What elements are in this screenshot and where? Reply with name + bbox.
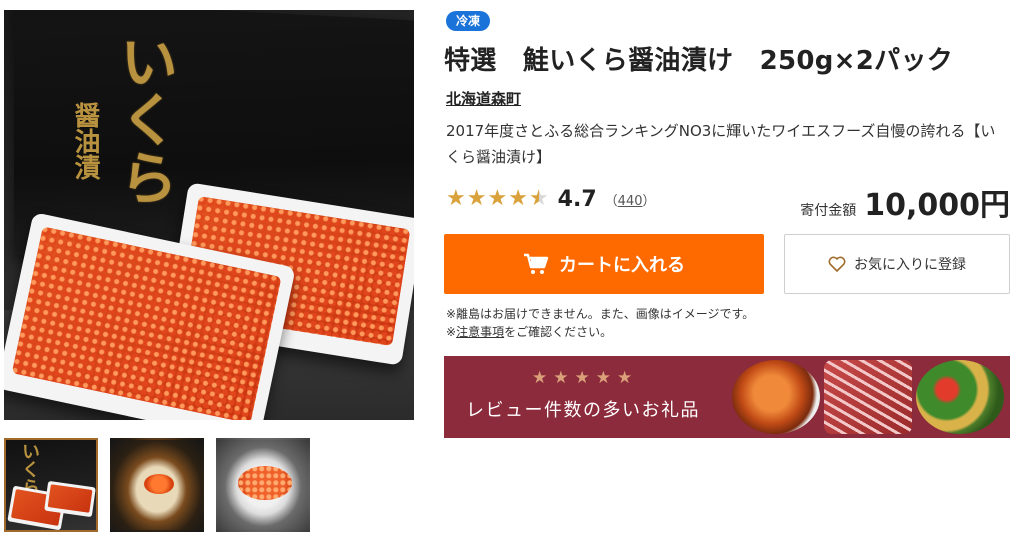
note-suffix: をご確認ください。 [504, 325, 613, 339]
salmon-roe [238, 466, 292, 500]
price-label: 寄付金額 [800, 203, 857, 219]
salmon-roe [144, 474, 174, 494]
star-icon: ★ [487, 186, 508, 211]
box-calligraphy-sub: 醤油漬 [70, 102, 100, 180]
main-product-image[interactable]: いくら 醤油漬 [4, 10, 414, 420]
review-count-open: （ [604, 193, 618, 209]
price: 寄付金額 10,000円 [800, 180, 1010, 224]
box-calligraphy: いくら [110, 32, 178, 206]
caution-link[interactable]: 注意事項 [456, 325, 504, 339]
notes: ※離島はお届けできません。また、画像はイメージです。 ※注意事項をご確認ください… [446, 305, 754, 341]
rating-stars: ★ ★ ★ ★ ★ [446, 184, 550, 214]
crab-photo [732, 360, 820, 434]
beef-photo [824, 360, 912, 434]
note-line: ※離島はお届けできません。また、画像はイメージです。 [446, 307, 755, 321]
note-prefix: ※ [446, 325, 457, 339]
thumbnail-bowl[interactable] [110, 438, 204, 532]
rating-value: 4.7 [557, 186, 597, 212]
salmon-roe [11, 226, 282, 420]
star-icon: ★ [508, 186, 528, 211]
review-ranking-banner[interactable]: ★★★★★ レビュー件数の多いお礼品 [444, 356, 1010, 438]
rating: ★ ★ ★ ★ ★ 4.7 （440） [446, 184, 656, 214]
vegetables-photo [916, 360, 1004, 434]
add-to-favorites-button[interactable]: お気に入りに登録 [784, 234, 1010, 294]
add-to-favorites-label: お気に入りに登録 [854, 257, 966, 273]
storage-tag: 冷凍 [446, 11, 491, 31]
thumbnail-plate[interactable] [216, 438, 310, 532]
thumbnail-box[interactable]: いくら [4, 438, 98, 532]
banner-text: レビュー件数の多いお礼品 [466, 400, 700, 421]
review-count: （440） [605, 190, 656, 209]
product-description: 2017年度さとふる総合ランキングNO3に輝いたワイエスフーズ自慢の誇れる【いく… [446, 122, 996, 166]
review-count-link[interactable]: 440 [618, 194, 643, 209]
thumbnail-tray [44, 480, 96, 518]
add-to-cart-button[interactable]: カートに入れる [444, 234, 764, 294]
star-icon: ★ [466, 186, 487, 211]
add-to-cart-label: カートに入れる [559, 255, 685, 276]
review-count-close: ） [642, 193, 656, 209]
price-value: 10,000円 [864, 188, 1010, 223]
half-star-icon: ★ [529, 184, 549, 214]
municipality-link[interactable]: 北海道森町 [446, 88, 521, 109]
banner-stars: ★★★★★ [532, 368, 639, 388]
cart-icon [524, 253, 549, 274]
star-icon: ★ [446, 186, 466, 211]
note-line: ※注意事項をご確認ください。 [446, 323, 754, 341]
heart-icon [828, 256, 846, 272]
product-title: 特選 鮭いくら醤油漬け 250g×2パック [444, 46, 954, 76]
